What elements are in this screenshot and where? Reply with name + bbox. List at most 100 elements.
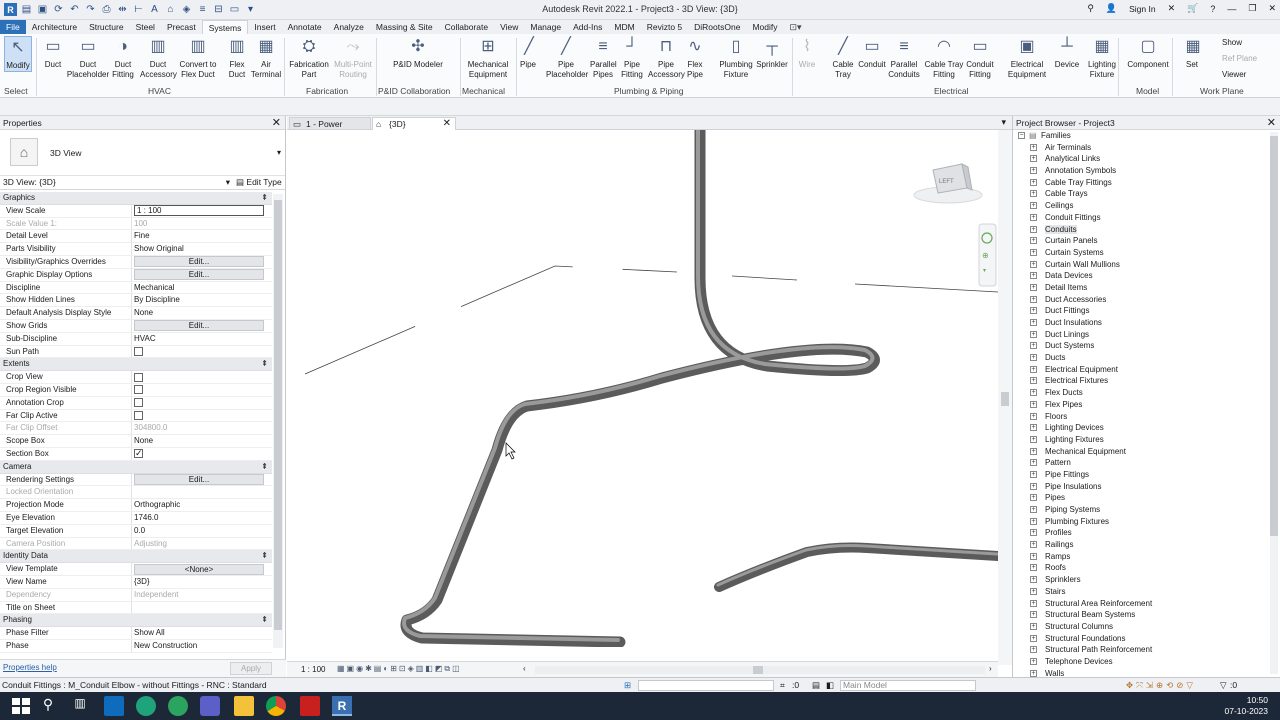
tab-collaborate[interactable]: Collaborate: [439, 20, 494, 34]
panel-label-model[interactable]: Model: [1136, 86, 1159, 96]
search-icon[interactable]: ⚲: [38, 696, 58, 716]
value-input[interactable]: 1 : 100: [134, 205, 264, 217]
tree-item-curtain-systems[interactable]: + Curtain Systems: [1013, 247, 1269, 259]
expand-icon[interactable]: +: [1030, 167, 1037, 175]
ribbon-button-wire[interactable]: ⌇ Wire: [796, 36, 818, 70]
tree-item-cable-tray-fittings[interactable]: + Cable Tray Fittings: [1013, 177, 1269, 189]
ribbon-button-set[interactable]: ▦ Set: [1182, 36, 1202, 70]
tab-modify[interactable]: Modify: [746, 20, 783, 34]
tree-item-pattern[interactable]: + Pattern: [1013, 457, 1269, 469]
workset-selector[interactable]: [638, 680, 774, 691]
property-value[interactable]: [132, 410, 272, 422]
expand-icon[interactable]: +: [1030, 225, 1037, 233]
expand-icon[interactable]: +: [1030, 155, 1037, 163]
expand-icon[interactable]: +: [1030, 365, 1037, 373]
checkbox[interactable]: [134, 398, 143, 408]
tab-massing-site[interactable]: Massing & Site: [370, 20, 439, 34]
tree-item-pipe-insulations[interactable]: + Pipe Insulations: [1013, 481, 1269, 493]
edit-type-button[interactable]: ▤ Edit Type: [236, 177, 282, 188]
tree-item-duct-systems[interactable]: + Duct Systems: [1013, 340, 1269, 352]
tab-view[interactable]: View: [494, 20, 524, 34]
property-group-graphics[interactable]: Graphics ⇞: [0, 192, 272, 205]
type-selector[interactable]: ⌂ 3D View ▾: [0, 130, 285, 176]
edit-button[interactable]: Edit...: [134, 320, 264, 332]
expand-icon[interactable]: +: [1030, 517, 1037, 525]
tree-item-analytical-links[interactable]: + Analytical Links: [1013, 153, 1269, 165]
close-icon[interactable]: ✕: [443, 118, 451, 130]
chrome-icon[interactable]: [266, 696, 286, 716]
tree-item-ducts[interactable]: + Ducts: [1013, 352, 1269, 364]
tree-item-stairs[interactable]: + Stairs: [1013, 586, 1269, 598]
apply-button[interactable]: Apply: [229, 662, 272, 675]
minimize-icon[interactable]: —: [1227, 4, 1236, 14]
tree-item-structural-area-reinforcement[interactable]: + Structural Area Reinforcement: [1013, 598, 1269, 610]
property-value[interactable]: None: [132, 307, 272, 319]
property-value[interactable]: [132, 448, 272, 460]
viewcube[interactable]: LEFT: [913, 163, 983, 204]
tree-item-electrical-fixtures[interactable]: + Electrical Fixtures: [1013, 375, 1269, 387]
ribbon-button-conduit-fitting[interactable]: ▭ Conduit Fitting: [964, 36, 996, 79]
ribbon-button-duct-placeholder[interactable]: ▭ Duct Placeholder: [66, 36, 110, 79]
ribbon-button-duct[interactable]: ▭ Duct: [40, 36, 66, 70]
property-value[interactable]: 0.0: [132, 525, 272, 537]
workplane-ref-plane[interactable]: Ref Plane: [1222, 54, 1257, 63]
expand-icon[interactable]: +: [1030, 506, 1037, 513]
expand-icon[interactable]: +: [1030, 237, 1037, 245]
expand-icon[interactable]: +: [1030, 389, 1037, 397]
expand-icon[interactable]: +: [1030, 482, 1037, 490]
ribbon-button-cable-tray[interactable]: ╱ Cable Tray: [832, 36, 854, 79]
ribbon-button-cable-tray-fitting[interactable]: ◠ Cable Tray Fitting: [924, 36, 964, 79]
exchange-icon[interactable]: ✕: [1168, 3, 1176, 14]
tab-mdm[interactable]: MDM: [608, 20, 640, 34]
tab-file[interactable]: File: [0, 20, 26, 34]
tree-item-sprinklers[interactable]: + Sprinklers: [1013, 574, 1269, 586]
tab-structure[interactable]: Structure: [83, 20, 130, 34]
ribbon-button-lighting-fixture[interactable]: ▦ Lighting Fixture: [1086, 36, 1118, 79]
ribbon-toggle-icon[interactable]: ⊡▾: [790, 22, 802, 33]
workplane-viewer[interactable]: Viewer: [1222, 70, 1246, 79]
panel-label-work-plane[interactable]: Work Plane: [1200, 86, 1244, 96]
collapse-icon[interactable]: −: [1018, 132, 1025, 139]
collapse-icon[interactable]: ⇞: [261, 192, 268, 204]
ribbon-button-parallel-pipes[interactable]: ≡ Parallel Pipes: [590, 36, 617, 79]
property-value[interactable]: [132, 602, 272, 614]
property-value[interactable]: Edit...: [132, 269, 272, 281]
tab-precast[interactable]: Precast: [161, 20, 202, 34]
edit-button[interactable]: Edit...: [134, 474, 264, 486]
filter-icon[interactable]: ▽: [1220, 678, 1227, 693]
tree-item-duct-linings[interactable]: + Duct Linings: [1013, 329, 1269, 341]
tree-item-ceilings[interactable]: + Ceilings: [1013, 200, 1269, 212]
worksharing-icon[interactable]: ⊞: [624, 678, 631, 693]
property-value[interactable]: [132, 371, 272, 383]
ribbon-button-mechanical-equipment[interactable]: ⊞ Mechanical Equipment: [466, 36, 510, 79]
view-tab-power[interactable]: ▭ 1 - Power: [289, 117, 371, 130]
ribbon-button-modify[interactable]: ↖ Modify: [4, 36, 32, 72]
scroll-right-icon[interactable]: ›: [989, 664, 992, 673]
expand-icon[interactable]: +: [1030, 319, 1037, 326]
panel-label-p-id-collaboration[interactable]: P&ID Collaboration: [378, 86, 450, 96]
design-option-icon[interactable]: ▤: [812, 678, 820, 693]
property-value[interactable]: Mechanical: [132, 282, 272, 294]
property-value[interactable]: {3D}: [132, 576, 272, 588]
tree-item-structural-columns[interactable]: + Structural Columns: [1013, 621, 1269, 633]
ribbon-button-pipe-accessory[interactable]: ⊓ Pipe Accessory: [648, 36, 685, 79]
property-group-camera[interactable]: Camera ⇞: [0, 460, 272, 474]
properties-scrollbar[interactable]: [273, 194, 283, 648]
expand-icon[interactable]: +: [1030, 634, 1037, 642]
tree-item-curtain-panels[interactable]: + Curtain Panels: [1013, 235, 1269, 247]
workplane-show[interactable]: Show: [1222, 38, 1242, 47]
design-options-icon[interactable]: ◧: [826, 678, 834, 693]
conduit-run-right[interactable]: [714, 542, 998, 592]
property-group-phasing[interactable]: Phasing ⇞: [0, 614, 272, 628]
edit-button[interactable]: Edit...: [134, 269, 264, 281]
property-value[interactable]: New Construction: [132, 640, 272, 652]
expand-icon[interactable]: +: [1030, 342, 1037, 350]
expand-icon[interactable]: +: [1030, 354, 1037, 362]
expand-icon[interactable]: +: [1030, 272, 1037, 280]
tab-insert[interactable]: Insert: [248, 20, 281, 34]
expand-icon[interactable]: +: [1030, 283, 1037, 291]
property-value[interactable]: HVAC: [132, 333, 272, 345]
conduit-run[interactable]: [400, 130, 880, 647]
ribbon-button-fabrication-part[interactable]: ⛭ Fabrication Part: [288, 36, 330, 79]
tree-item-detail-items[interactable]: + Detail Items: [1013, 282, 1269, 294]
